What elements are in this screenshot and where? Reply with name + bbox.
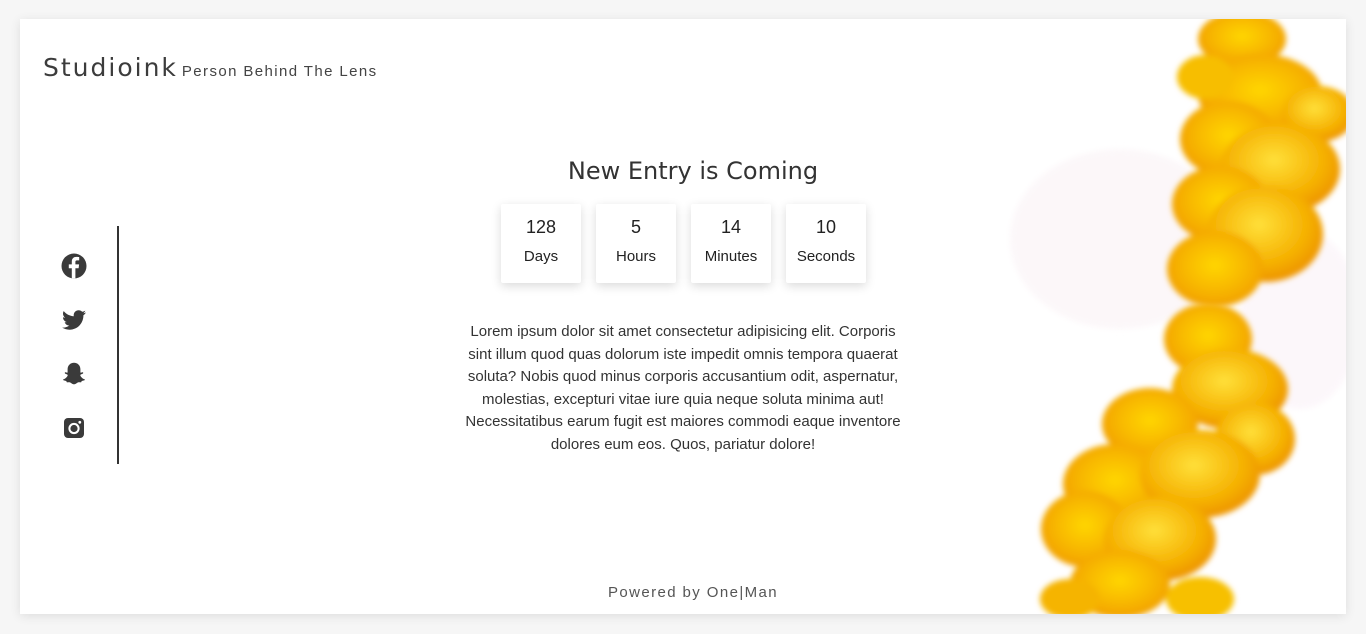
twitter-link[interactable]: [60, 306, 88, 334]
facebook-icon: [61, 253, 87, 279]
instagram-icon: [64, 418, 84, 438]
countdown-hours: 5 Hours: [596, 204, 676, 283]
seconds-value: 10: [815, 217, 837, 237]
twitter-icon: [62, 310, 86, 330]
hours-label: Hours: [615, 248, 656, 265]
page-card: Studioink Person Behind The Lens New Ent…: [20, 19, 1346, 614]
countdown-seconds: 10 Seconds: [786, 204, 866, 283]
snapchat-link[interactable]: [60, 360, 88, 388]
brand-tagline: Person Behind The Lens: [181, 63, 378, 80]
seconds-label: Seconds: [796, 248, 856, 265]
minutes-label: Minutes: [704, 248, 758, 265]
hours-value: 5: [630, 217, 641, 237]
facebook-link[interactable]: [60, 252, 88, 280]
brand-name: Studioink: [43, 53, 178, 82]
countdown-minutes: 14 Minutes: [691, 204, 771, 283]
vertical-divider: [117, 226, 119, 464]
instagram-link[interactable]: [60, 414, 88, 442]
brand[interactable]: Studioink Person Behind The Lens: [43, 53, 378, 82]
countdown-days: 128 Days: [501, 204, 581, 283]
countdown-timer: 128 Days 5 Hours 14 Minutes 10 Seconds: [501, 204, 881, 283]
days-label: Days: [523, 248, 559, 265]
description-text: Lorem ipsum dolor sit amet consectetur a…: [465, 323, 901, 453]
social-links: [60, 252, 90, 468]
ink-smoke-illustration: [1010, 19, 1346, 614]
snapchat-icon: [63, 362, 85, 385]
days-value: 128: [525, 217, 557, 237]
minutes-value: 14: [720, 217, 742, 237]
